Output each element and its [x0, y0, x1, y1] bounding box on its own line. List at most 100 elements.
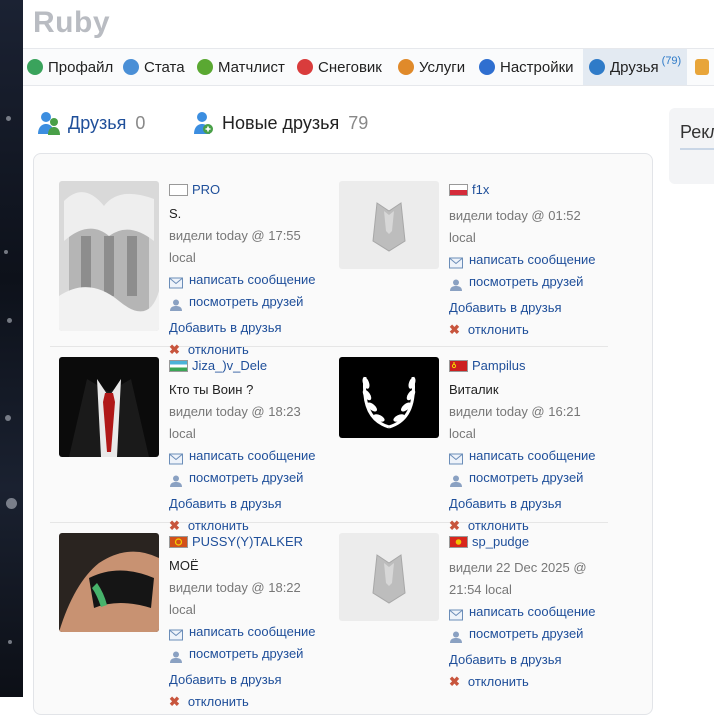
user-status: Виталик — [449, 382, 499, 397]
nav-profile[interactable]: Профайл — [27, 49, 115, 85]
envelope-icon — [449, 254, 463, 269]
user-status: Кто ты Воин ? — [169, 382, 254, 397]
person-icon — [169, 296, 183, 311]
nav-label: Снеговик — [318, 58, 382, 76]
country-flag — [169, 360, 188, 372]
tab-new-friends-count: 79 — [348, 112, 369, 133]
last-seen: видели today @ 17:55 local — [169, 228, 301, 265]
request-card: Pampilus Виталик видели today @ 16:21 lo… — [339, 355, 609, 533]
settings-icon — [479, 59, 495, 75]
page-title: Ruby — [33, 6, 110, 39]
reject-icon: ✖ — [449, 322, 460, 337]
tab-friends-label: Друзья — [68, 112, 127, 133]
user-name[interactable]: Jiza_)v_Dele — [192, 355, 267, 377]
view-friends-link[interactable]: посмотреть друзей — [449, 271, 609, 293]
add-friend-link[interactable]: Добавить в друзья — [169, 317, 329, 339]
person-icon — [169, 648, 183, 663]
stats-icon — [123, 59, 139, 75]
request-card: sp_pudge видели 22 Dec 2025 @ 21:54 loca… — [339, 533, 609, 703]
person-icon — [449, 628, 463, 643]
envelope-icon — [169, 450, 183, 465]
snowman-icon — [297, 59, 313, 75]
friends-count-badge: (79) — [661, 55, 682, 67]
view-friends-link[interactable]: посмотреть друзей — [169, 291, 329, 313]
last-seen: видели 22 Dec 2025 @ 21:54 local — [449, 560, 587, 597]
nav-matchlist[interactable]: Матчлист — [197, 49, 289, 85]
ads-title: Рекл — [680, 122, 714, 142]
top-nav: Профайл Стата Матчлист Снеговик Услуги Н… — [23, 48, 714, 86]
nav-label: Услуги — [419, 58, 466, 76]
nav-more[interactable] — [695, 49, 714, 85]
tab-new-friends-label: Новые друзья — [222, 112, 340, 133]
add-friend-link[interactable]: Добавить в друзья — [449, 649, 609, 671]
user-avatar[interactable] — [59, 181, 159, 331]
person-icon — [169, 472, 183, 487]
view-friends-link[interactable]: посмотреть друзей — [449, 467, 609, 489]
view-friends-link[interactable]: посмотреть друзей — [169, 643, 329, 665]
nav-label: Профайл — [48, 58, 114, 76]
nav-stats[interactable]: Стата — [123, 49, 189, 85]
add-friend-link[interactable]: Добавить в друзья — [169, 493, 329, 515]
user-name[interactable]: PRO — [192, 179, 220, 201]
last-seen: видели today @ 18:23 local — [169, 404, 301, 441]
view-friends-link[interactable]: посмотреть друзей — [449, 623, 609, 645]
write-message-link[interactable]: написать сообщение — [449, 601, 609, 623]
envelope-icon — [169, 626, 183, 641]
user-avatar[interactable] — [339, 533, 439, 621]
add-friend-link[interactable]: Добавить в друзья — [449, 297, 609, 319]
envelope-icon — [449, 606, 463, 621]
last-seen: видели today @ 16:21 local — [449, 404, 581, 441]
more-icon — [695, 59, 709, 75]
write-message-link[interactable]: написать сообщение — [169, 269, 329, 291]
nav-label: Друзья — [610, 58, 659, 76]
nav-settings[interactable]: Настройки — [479, 49, 575, 85]
reject-icon: ✖ — [449, 674, 460, 689]
user-name[interactable]: Pampilus — [472, 355, 525, 377]
request-card: PRO S. видели today @ 17:55 local написа… — [59, 179, 329, 357]
country-flag — [449, 360, 468, 372]
new-friends-icon — [194, 112, 213, 134]
user-name[interactable]: sp_pudge — [472, 531, 529, 553]
nav-label: Стата — [144, 58, 185, 76]
user-avatar[interactable] — [339, 181, 439, 269]
reject-link[interactable]: ✖ отклонить — [449, 319, 609, 341]
nav-snowman[interactable]: Снеговик — [297, 49, 389, 85]
user-name[interactable]: f1x — [472, 179, 489, 201]
reject-link[interactable]: ✖ отклонить — [449, 671, 609, 693]
user-avatar[interactable] — [339, 357, 439, 438]
profile-icon — [27, 59, 43, 75]
view-friends-link[interactable]: посмотреть друзей — [169, 467, 329, 489]
nav-friends[interactable]: Друзья (79) — [583, 49, 687, 85]
nav-label: Матчлист — [218, 58, 285, 76]
write-message-link[interactable]: написать сообщение — [169, 621, 329, 643]
friends-icon — [589, 59, 605, 75]
person-icon — [449, 276, 463, 291]
reject-icon: ✖ — [169, 694, 180, 709]
country-flag — [169, 184, 188, 196]
add-friend-link[interactable]: Добавить в друзья — [449, 493, 609, 515]
user-avatar[interactable] — [59, 357, 159, 457]
nav-services[interactable]: Услуги — [398, 49, 470, 85]
user-status: S. — [169, 206, 182, 221]
requests-panel: PRO S. видели today @ 17:55 local написа… — [33, 153, 653, 715]
request-card: Jiza_)v_Dele Кто ты Воин ? видели today … — [59, 355, 329, 533]
tab-friends[interactable]: Друзья 0 — [37, 108, 145, 138]
envelope-icon — [449, 450, 463, 465]
add-friend-link[interactable]: Добавить в друзья — [169, 669, 329, 691]
country-flag — [449, 184, 468, 196]
user-avatar[interactable] — [59, 533, 159, 632]
matchlist-icon — [197, 59, 213, 75]
main-area: Ruby Профайл Стата Матчлист Снеговик Усл… — [23, 0, 714, 715]
friends-icon — [38, 112, 60, 135]
services-icon — [398, 59, 414, 75]
person-icon — [449, 472, 463, 487]
write-message-link[interactable]: написать сообщение — [169, 445, 329, 467]
request-card: PUSSY(Y)TALKER МОЁ видели today @ 18:22 … — [59, 531, 329, 709]
write-message-link[interactable]: написать сообщение — [449, 445, 609, 467]
user-name[interactable]: PUSSY(Y)TALKER — [192, 531, 303, 553]
write-message-link[interactable]: написать сообщение — [449, 249, 609, 271]
tab-new-friends[interactable]: Новые друзья 79 — [191, 108, 368, 138]
country-flag — [169, 536, 188, 548]
reject-link[interactable]: ✖ отклонить — [169, 691, 329, 713]
background-edge — [0, 0, 23, 697]
